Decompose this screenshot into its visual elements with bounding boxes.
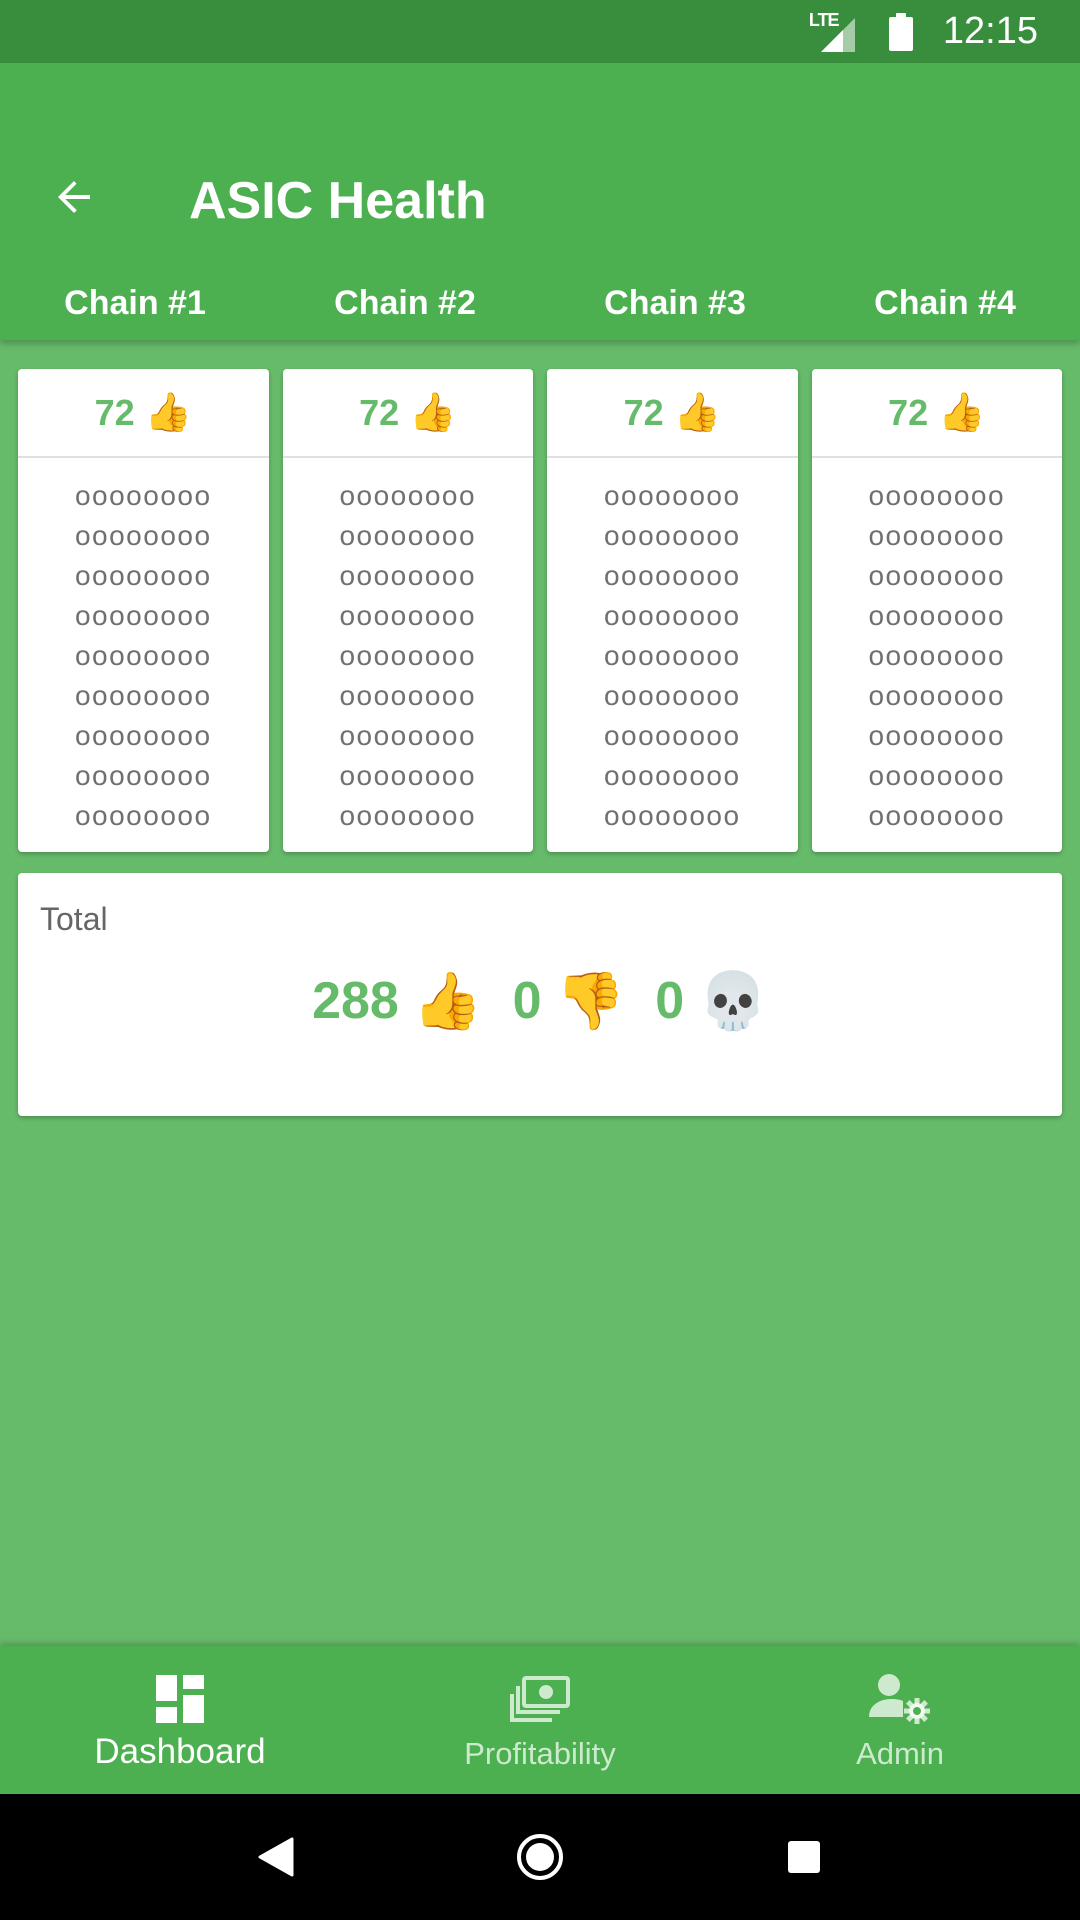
chip-row: oooooooo [603,520,741,551]
system-navigation-bar [0,1794,1080,1920]
chip-row: oooooooo [868,560,1006,591]
chain-ok-count: 72 👍 [547,369,798,458]
thumbs-up-icon: 👍 [412,969,483,1032]
chip-row: oooooooo [603,680,741,711]
nav-dashboard[interactable]: Dashboard [0,1646,360,1794]
system-home-button[interactable] [500,1817,580,1897]
chip-row: oooooooo [74,480,212,511]
chip-row: oooooooo [603,480,741,511]
chain-ok-count: 72 👍 [811,369,1062,458]
battery-icon [888,12,913,51]
chip-row: oooooooo [74,600,212,631]
chain-card-4: 72 👍 oooooooo oooooooo oooooooo oooooooo… [811,369,1063,852]
arrow-back-icon [58,181,90,213]
circle-home-icon [517,1834,563,1880]
chip-row: oooooooo [868,520,1006,551]
total-label: Total [40,901,108,937]
admin-settings-icon [869,1672,931,1726]
total-ok-value: 288 [312,972,399,1030]
chip-row: oooooooo [868,720,1006,751]
chip-row: oooooooo [339,520,477,551]
status-time: 12:15 [942,10,1038,52]
system-back-button[interactable] [236,1817,316,1897]
chip-row: oooooooo [868,760,1006,791]
money-icon [510,1672,570,1726]
ok-count-value: 72 [888,391,929,433]
chip-row: oooooooo [339,480,477,511]
bottom-navigation: Dashboard Profitability Admin [0,1646,1080,1794]
chip-row: oooooooo [74,560,212,591]
thumbs-up-icon: 👍 [409,391,457,434]
chip-row: oooooooo [603,640,741,671]
tab-chain-3[interactable]: Chain #3 [540,266,810,340]
chip-row: oooooooo [868,600,1006,631]
thumbs-up-icon: 👍 [144,391,192,434]
tab-chain-2[interactable]: Chain #2 [270,266,540,340]
back-button[interactable] [36,159,112,235]
chip-row: oooooooo [339,720,477,751]
thumbs-up-icon: 👍 [938,391,986,434]
nav-label: Dashboard [94,1732,266,1771]
ok-count-value: 72 [359,391,400,433]
chip-row: oooooooo [868,640,1006,671]
ok-count-value: 72 [94,391,135,433]
chip-row: oooooooo [868,480,1006,511]
chip-row: oooooooo [74,800,212,831]
chip-row: oooooooo [603,760,741,791]
chip-row: oooooooo [74,680,212,711]
chip-grid: oooooooo oooooooo oooooooo oooooooo oooo… [547,458,798,836]
square-recents-icon [788,1841,820,1873]
chain-cards: 72 👍 oooooooo oooooooo oooooooo oooooooo… [18,369,1062,852]
total-ok-stat: 288 👍 [312,968,483,1034]
total-stats: 288 👍 0 👎 0 💀 [18,961,1062,1041]
chip-row: oooooooo [603,600,741,631]
chip-row: oooooooo [603,800,741,831]
chain-card-2: 72 👍 oooooooo oooooooo oooooooo oooooooo… [282,369,534,852]
thumbs-down-icon: 👎 [555,969,626,1032]
chip-grid: oooooooo oooooooo oooooooo oooooooo oooo… [812,458,1063,836]
chain-card-3: 72 👍 oooooooo oooooooo oooooooo oooooooo… [547,369,798,852]
tab-chain-4[interactable]: Chain #4 [810,266,1080,340]
nav-admin[interactable]: Admin [720,1646,1080,1794]
total-dead-value: 0 [655,972,685,1030]
lte-signal-icon: LTE [809,10,855,52]
total-bad-stat: 0 👎 [513,968,626,1034]
chip-row: oooooooo [74,760,212,791]
chip-row: oooooooo [868,680,1006,711]
chip-row: oooooooo [339,760,477,791]
chain-ok-count: 72 👍 [282,369,533,458]
chip-row: oooooooo [339,600,477,631]
system-recents-button[interactable] [764,1817,844,1897]
dashboard-icon [156,1672,204,1726]
chip-row: oooooooo [74,640,212,671]
chip-row: oooooooo [603,720,741,751]
chain-card-1: 72 👍 oooooooo oooooooo oooooooo oooooooo… [18,369,269,852]
chip-row: oooooooo [74,520,212,551]
app-bar: ASIC Health Chain #1 Chain #2 Chain #3 C… [0,63,1080,340]
thumbs-up-icon: 👍 [673,391,721,434]
total-card: Total 288 👍 0 👎 0 💀 [18,873,1062,1116]
tab-chain-1[interactable]: Chain #1 [0,266,270,340]
chip-grid: oooooooo oooooooo oooooooo oooooooo oooo… [283,458,534,836]
chip-row: oooooooo [339,640,477,671]
ok-count-value: 72 [623,391,664,433]
nav-label: Profitability [464,1736,616,1771]
total-dead-stat: 0 💀 [655,968,768,1034]
chip-grid: oooooooo oooooooo oooooooo oooooooo oooo… [18,458,269,836]
chain-ok-count: 72 👍 [18,369,269,458]
page-title: ASIC Health [189,172,487,230]
chip-row: oooooooo [339,680,477,711]
total-bad-value: 0 [512,972,542,1030]
chip-row: oooooooo [603,560,741,591]
triangle-back-icon [258,1837,294,1877]
chip-row: oooooooo [339,800,477,831]
nav-profitability[interactable]: Profitability [360,1646,720,1794]
chip-row: oooooooo [74,720,212,751]
chain-tabs: Chain #1 Chain #2 Chain #3 Chain #4 [0,266,1080,340]
chip-row: oooooooo [868,800,1006,831]
chip-row: oooooooo [339,560,477,591]
nav-label: Admin [856,1736,944,1771]
status-bar: LTE 12:15 [0,0,1080,63]
skull-icon: 💀 [698,969,768,1032]
